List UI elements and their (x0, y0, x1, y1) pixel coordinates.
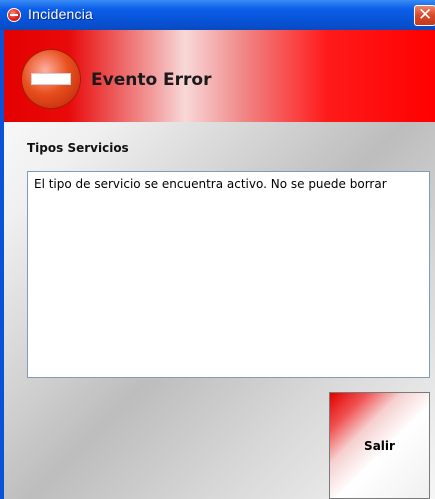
section-label: Tipos Servicios (27, 141, 129, 155)
stop-error-icon (22, 50, 80, 108)
close-icon: ✕ (418, 5, 433, 25)
stop-bar (31, 73, 71, 85)
title-bar[interactable]: Incidencia ✕ (0, 0, 435, 30)
dialog-body: Evento Error Tipos Servicios El tipo de … (4, 30, 435, 499)
exit-button-label: Salir (364, 439, 395, 453)
error-header: Evento Error (4, 30, 435, 122)
window-title: Incidencia (28, 6, 94, 22)
close-button[interactable]: ✕ (414, 5, 435, 26)
message-textbox[interactable]: El tipo de servicio se encuentra activo.… (27, 171, 430, 378)
header-title: Evento Error (91, 70, 212, 90)
error-icon (7, 8, 21, 22)
exit-button[interactable]: Salir (329, 392, 430, 499)
dialog-window: Incidencia ✕ Evento Error Tipos Servicio… (0, 0, 435, 499)
